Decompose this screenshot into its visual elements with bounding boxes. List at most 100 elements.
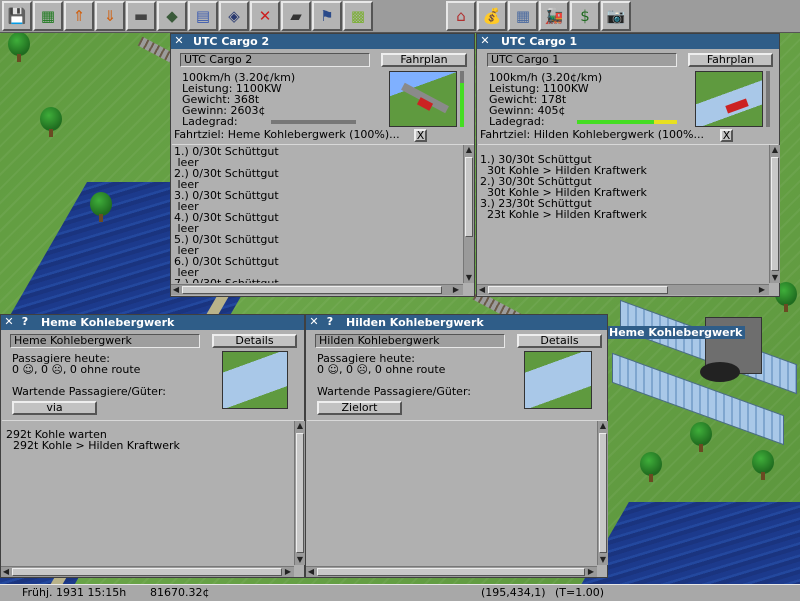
remove-x-tool-button[interactable]: ✕: [250, 1, 280, 31]
save-disk-icon: 💾: [7, 7, 27, 25]
vehicle-list-tool-button[interactable]: 🚂: [539, 1, 569, 31]
close-icon[interactable]: ✕: [173, 35, 185, 47]
screenshot-camera-icon: 📷: [606, 7, 626, 25]
scrollbar-thumb[interactable]: [317, 568, 585, 576]
station-thumbnail[interactable]: [524, 351, 592, 409]
build-track-straight-tool-button[interactable]: ▰: [281, 1, 311, 31]
convoy-name-field[interactable]: UTC Cargo 2: [180, 53, 370, 67]
raise-land-tool-button[interactable]: ⇑: [64, 1, 94, 31]
close-icon[interactable]: ✕: [308, 316, 320, 328]
goto-close-button[interactable]: X: [720, 129, 733, 142]
vertical-scrollbar[interactable]: ▲ ▼: [769, 145, 780, 283]
station-window-heme[interactable]: ✕ ? Heme Kohlebergwerk Heme Kohlebergwer…: [0, 314, 305, 578]
list-item: 292t Kohle > Hilden Kraftwerk: [6, 439, 180, 452]
build-signpost-tool-button[interactable]: ⚑: [312, 1, 342, 31]
convoy-window-cargo2[interactable]: ✕ UTC Cargo 2 UTC Cargo 2 Fahrplan 100km…: [170, 33, 475, 297]
horizontal-scrollbar[interactable]: ◀ ▶: [1, 566, 294, 577]
scroll-right-arrow-icon[interactable]: ▶: [586, 567, 596, 577]
scroll-left-arrow-icon[interactable]: ◀: [306, 567, 316, 577]
details-button[interactable]: Details: [517, 334, 602, 348]
tree: [690, 422, 712, 452]
scroll-left-arrow-icon[interactable]: ◀: [1, 567, 11, 577]
build-rail-tool-button[interactable]: ▬: [126, 1, 156, 31]
screenshot-camera-tool-button[interactable]: 📷: [601, 1, 631, 31]
help-icon[interactable]: ?: [324, 316, 336, 328]
scroll-left-arrow-icon[interactable]: ◀: [171, 285, 181, 295]
vertical-scrollbar[interactable]: ▲ ▼: [463, 145, 474, 283]
scrollbar-thumb[interactable]: [182, 286, 442, 294]
lower-land-tool-button[interactable]: ⇓: [95, 1, 125, 31]
build-depot-icon: ◈: [228, 7, 240, 25]
vertical-scrollbar[interactable]: ▲ ▼: [294, 421, 305, 565]
main-toolbar: 💾 ▦ ⇑ ⇓ ▬ ◆ ▤ ◈ ✕ ▰ ⚑ ▩ ⌂ 💰 ▦ 🚂 $ 📷: [0, 0, 800, 33]
scroll-right-arrow-icon[interactable]: ▶: [757, 285, 767, 295]
load-bar: [271, 120, 356, 124]
scroll-up-arrow-icon[interactable]: ▲: [598, 421, 608, 431]
scrollbar-thumb[interactable]: [12, 568, 282, 576]
remove-x-icon: ✕: [258, 7, 272, 25]
goto-close-button[interactable]: X: [414, 129, 427, 142]
window-titlebar[interactable]: ✕ ? Hilden Kohlebergwerk: [306, 315, 607, 330]
build-depot-tool-button[interactable]: ◈: [219, 1, 249, 31]
horizontal-scrollbar[interactable]: ◀ ▶: [477, 284, 769, 295]
map-overview-icon: ▦: [40, 7, 56, 25]
window-titlebar[interactable]: ✕ ? Heme Kohlebergwerk: [1, 315, 304, 330]
scroll-right-arrow-icon[interactable]: ▶: [451, 285, 461, 295]
scrollbar-thumb[interactable]: [771, 157, 779, 271]
sort-button[interactable]: via: [12, 401, 97, 415]
map-station-label[interactable]: Heme Kohlebergwerk: [606, 326, 746, 339]
station-list-icon: ▦: [515, 7, 531, 25]
build-field-tool-button[interactable]: ▩: [343, 1, 373, 31]
sort-button[interactable]: Zielort: [317, 401, 402, 415]
goods-list: [311, 429, 596, 559]
load-label: Ladegrad:: [489, 115, 545, 128]
help-icon[interactable]: ?: [19, 316, 31, 328]
schedule-button[interactable]: Fahrplan: [688, 53, 773, 67]
map-overview-tool-button[interactable]: ▦: [33, 1, 63, 31]
scroll-down-arrow-icon[interactable]: ▼: [770, 273, 780, 283]
close-icon[interactable]: ✕: [479, 35, 491, 47]
scroll-left-arrow-icon[interactable]: ◀: [477, 285, 487, 295]
save-disk-tool-button[interactable]: 💾: [2, 1, 32, 31]
scroll-down-arrow-icon[interactable]: ▼: [295, 555, 305, 565]
finance-money-tool-button[interactable]: 💰: [477, 1, 507, 31]
convoy-thumbnail[interactable]: [389, 71, 457, 127]
scroll-up-arrow-icon[interactable]: ▲: [770, 145, 780, 155]
schedule-button[interactable]: Fahrplan: [381, 53, 467, 67]
horizontal-scrollbar[interactable]: ◀ ▶: [306, 566, 597, 577]
details-button[interactable]: Details: [212, 334, 297, 348]
convoy-thumbnail[interactable]: [695, 71, 763, 127]
money-display-icon: $: [580, 7, 590, 25]
scroll-up-arrow-icon[interactable]: ▲: [464, 145, 474, 155]
scrollbar-thumb[interactable]: [296, 433, 304, 553]
window-titlebar[interactable]: ✕ UTC Cargo 1: [477, 34, 779, 49]
status-bar: Frühj. 1931 15:15h 81670.32¢ (195,434,1)…: [0, 584, 800, 601]
scroll-down-arrow-icon[interactable]: ▼: [464, 273, 474, 283]
vertical-scrollbar[interactable]: ▲ ▼: [597, 421, 608, 565]
horizontal-scrollbar[interactable]: ◀ ▶: [171, 284, 463, 295]
station-name-field[interactable]: Hilden Kohlebergwerk: [315, 334, 505, 348]
buildings-tool-button[interactable]: ⌂: [446, 1, 476, 31]
station-name-field[interactable]: Heme Kohlebergwerk: [10, 334, 200, 348]
station-window-hilden[interactable]: ✕ ? Hilden Kohlebergwerk Hilden Kohleber…: [305, 314, 608, 578]
money-display-tool-button[interactable]: $: [570, 1, 600, 31]
raise-land-icon: ⇑: [72, 7, 86, 25]
scroll-up-arrow-icon[interactable]: ▲: [295, 421, 305, 431]
close-icon[interactable]: ✕: [3, 316, 15, 328]
scrollbar-thumb[interactable]: [465, 157, 473, 237]
convoy-window-cargo1[interactable]: ✕ UTC Cargo 1 UTC Cargo 1 Fahrplan 100km…: [476, 33, 780, 297]
scroll-down-arrow-icon[interactable]: ▼: [598, 555, 608, 565]
window-title: UTC Cargo 2: [193, 35, 270, 48]
station-thumbnail[interactable]: [222, 351, 288, 409]
build-station-tool-button[interactable]: ▤: [188, 1, 218, 31]
progress-indicator: [460, 71, 464, 127]
scrollbar-thumb[interactable]: [488, 286, 668, 294]
scroll-right-arrow-icon[interactable]: ▶: [283, 567, 293, 577]
window-titlebar[interactable]: ✕ UTC Cargo 2: [171, 34, 474, 49]
station-list-tool-button[interactable]: ▦: [508, 1, 538, 31]
build-road-tool-button[interactable]: ◆: [157, 1, 187, 31]
list-item: 6.) 0/30t Schüttgut: [174, 255, 279, 268]
window-title: Heme Kohlebergwerk: [41, 316, 175, 329]
scrollbar-thumb[interactable]: [599, 433, 607, 553]
convoy-name-field[interactable]: UTC Cargo 1: [487, 53, 677, 67]
